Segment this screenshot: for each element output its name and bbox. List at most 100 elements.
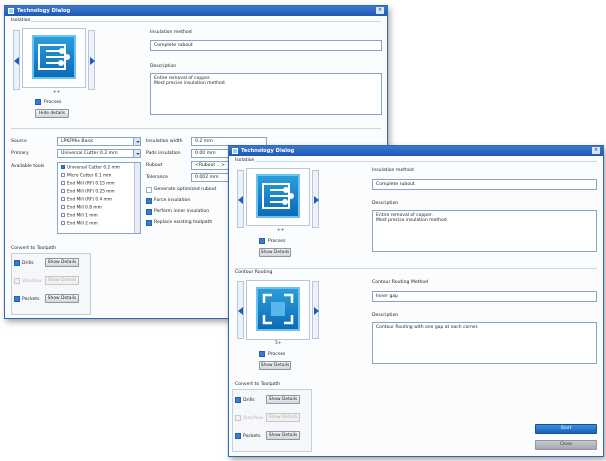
drills-show-details-button[interactable]: Show Details [45, 258, 79, 267]
tools-scrollbar[interactable] [134, 163, 140, 233]
option-checkbox[interactable] [146, 187, 152, 193]
tool-item[interactable]: End Mill (RF) 0.4 mm [61, 197, 112, 203]
tool-item[interactable]: End Mill (RF) 0.25 mm [61, 189, 115, 195]
pockets-label: Pockets [22, 297, 40, 302]
tool-checkbox[interactable] [61, 165, 65, 169]
tool-item[interactable]: End Mill 2 mm [61, 221, 98, 227]
rubout-label: Rubout [146, 163, 163, 168]
front-title-bar: Technology Dialog × [229, 146, 603, 156]
back-title-bar: Technology Dialog × [5, 6, 387, 16]
close-icon[interactable]: × [376, 7, 384, 14]
tool-item[interactable]: End Mill 0.8 mm [61, 205, 102, 211]
section-divider [255, 161, 597, 162]
insulation-method-label: Insulation method [150, 30, 192, 35]
contour-prev-button[interactable] [237, 281, 244, 339]
vias-checkbox[interactable] [235, 415, 241, 421]
tool-checkbox[interactable] [61, 205, 65, 209]
pockets-label: Pockets [243, 434, 261, 439]
process-checkbox[interactable] [259, 238, 265, 244]
vias-show-details-button[interactable]: Show Details [45, 276, 79, 285]
source-select[interactable]: LPKFMix Basic [57, 137, 141, 146]
tool-item[interactable]: End Mill (RF) 0.15 mm [61, 181, 115, 187]
contour-process-label: Process [268, 352, 286, 357]
pockets-checkbox[interactable] [235, 433, 241, 439]
close-icon[interactable]: × [592, 147, 600, 154]
source-value: LPKFMix Basic [61, 139, 94, 144]
isolation-preview-image [32, 35, 76, 79]
rubout-select[interactable]: <Rubout ...> [191, 161, 231, 170]
tolerance-field[interactable]: 0.002 mm [191, 173, 231, 182]
tool-label: End Mill 2 mm [67, 221, 98, 227]
drills-checkbox[interactable] [235, 397, 241, 403]
contour-show-details-button[interactable]: Show Details [259, 361, 291, 370]
tolerance-label: Tolerance [146, 175, 168, 180]
contour-description-label: Description [372, 313, 399, 318]
vias-checkbox[interactable] [14, 278, 20, 284]
tool-label: Micro Cutter 0.1 mm [67, 173, 112, 179]
drills-label: Drills [243, 398, 255, 403]
process-label: Process [268, 239, 286, 244]
pockets-checkbox[interactable] [14, 296, 20, 302]
tool-label: End Mill (RF) 0.4 mm [67, 197, 112, 203]
hide-details-button[interactable]: Hide details [35, 109, 69, 118]
available-tools-list[interactable]: Universal Cutter 0.2 mm Micro Cutter 0.1… [57, 162, 141, 234]
contour-method-field[interactable]: Inner gap [372, 291, 597, 302]
next-method-button[interactable] [88, 30, 95, 90]
chevron-down-icon [133, 150, 140, 157]
tool-item[interactable]: Universal Cutter 0.2 mm [61, 165, 120, 171]
insulation-method-label: Insulation method [372, 168, 414, 173]
tool-item[interactable]: End Mill 1 mm [61, 213, 98, 219]
primary-label: Primary [11, 151, 29, 156]
start-button[interactable]: Start [535, 424, 597, 434]
tool-label: Universal Cutter 0.2 mm [67, 165, 120, 171]
pockets-show-details-button[interactable]: Show Details [45, 294, 79, 303]
description-text: Entire removal of copper. Most precise i… [372, 210, 597, 252]
vias-label: Vias/Aux [22, 279, 42, 284]
tool-checkbox[interactable] [61, 197, 65, 201]
process-checkbox[interactable] [35, 99, 41, 105]
option-checkbox[interactable] [146, 198, 152, 204]
drills-show-details-button[interactable]: Show Details [266, 395, 300, 404]
primary-value: Universal Cutter 0.2 mm [61, 151, 118, 156]
contour-next-button[interactable] [312, 281, 319, 339]
back-dialog-title: Technology Dialog [17, 8, 71, 14]
vias-show-details-button[interactable]: Show Details [266, 413, 300, 422]
available-tools-label: Available tools [11, 164, 45, 169]
pads-insulation-field[interactable]: 0.00 mm [191, 149, 231, 158]
pockets-show-details-button[interactable]: Show Details [266, 431, 300, 440]
prev-method-button[interactable] [13, 30, 20, 90]
drills-checkbox[interactable] [14, 260, 20, 266]
insulation-method-field[interactable]: Complete rubout [372, 179, 597, 190]
vias-label: Vias/Aux [243, 416, 263, 421]
tool-item[interactable]: Micro Cutter 0.1 mm [61, 173, 111, 179]
section-divider-2 [11, 128, 381, 129]
contour-preview-image [256, 287, 300, 331]
contour-process-checkbox[interactable] [259, 351, 265, 357]
option-checkbox[interactable] [146, 209, 152, 215]
contour-preview [246, 280, 310, 340]
primary-select[interactable]: Universal Cutter 0.2 mm [57, 149, 141, 158]
contour-description-text: Contour Routing with one gap at each cor… [372, 322, 597, 364]
arrow-right-icon [314, 196, 319, 204]
chevron-down-icon [133, 138, 140, 145]
isolation-preview [246, 168, 310, 226]
tool-checkbox[interactable] [61, 221, 65, 225]
source-label: Source [11, 139, 27, 144]
tool-checkbox[interactable] [61, 181, 65, 185]
insulation-method-field[interactable]: Complete rubout [150, 40, 382, 51]
prev-method-button[interactable] [237, 170, 244, 228]
preview-caption: ++ [277, 228, 285, 233]
option-checkbox[interactable] [146, 220, 152, 226]
arrow-right-icon [90, 57, 95, 65]
show-details-button[interactable]: Show Details [259, 248, 291, 257]
isolation-section-label: Isolation [235, 158, 255, 163]
description-text: Entire removal of copper. Most precise i… [150, 73, 382, 115]
next-method-button[interactable] [312, 170, 319, 228]
close-button[interactable]: Close [535, 440, 597, 450]
tool-checkbox[interactable] [61, 173, 65, 177]
section-divider-2 [235, 268, 597, 269]
tool-checkbox[interactable] [61, 189, 65, 193]
isolation-preview-image [256, 174, 300, 218]
section-divider [31, 21, 381, 22]
tool-checkbox[interactable] [61, 213, 65, 217]
